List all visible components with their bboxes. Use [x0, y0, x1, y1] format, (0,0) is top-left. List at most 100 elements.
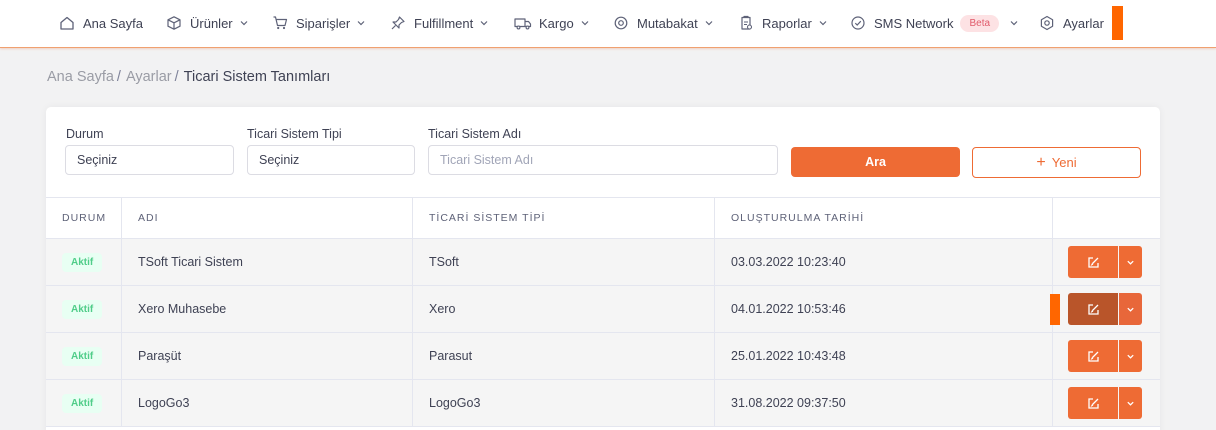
name-cell: TSoft Ticari Sistem — [122, 239, 413, 285]
chevron-down-icon — [356, 18, 366, 28]
active-row-marker — [1050, 294, 1060, 325]
date-cell: 04.01.2022 10:53:46 — [715, 286, 1053, 332]
status-badge: Aktif — [62, 299, 103, 319]
status-badge: Aktif — [62, 252, 103, 272]
chevron-down-icon — [1009, 18, 1019, 28]
actions-dropdown-button[interactable] — [1119, 246, 1142, 278]
row-actions — [1068, 340, 1142, 372]
column-header-tarih[interactable]: OLUŞTURULMA TARİHİ — [715, 198, 1053, 238]
table-row: Aktif LogoGo3 LogoGo3 31.08.2022 09:37:5… — [46, 380, 1160, 427]
chevron-down-icon — [1127, 401, 1134, 406]
table-row: Aktif TSoft Ticari Sistem TSoft 03.03.20… — [46, 239, 1160, 286]
chevron-down-icon — [580, 18, 590, 28]
search-button[interactable]: Ara — [791, 147, 960, 177]
nav-label: Kargo — [539, 15, 574, 31]
chevron-down-icon — [818, 18, 828, 28]
row-actions — [1068, 293, 1142, 325]
table-row: Aktif Paraşüt Parasut 25.01.2022 10:43:4… — [46, 333, 1160, 380]
breadcrumb: Ana Sayfa / Ayarlar / Ticari Sistem Tanımlar… — [47, 69, 330, 85]
nav-item-ayarlar[interactable]: Ayarlar — [1038, 0, 1104, 46]
nav-item-ana-sayfa[interactable]: Ana Sayfa — [58, 0, 143, 46]
edit-icon — [1087, 397, 1099, 409]
new-button[interactable]: + Yeni — [972, 147, 1141, 178]
nav-label: Ürünler — [190, 15, 233, 31]
table-header: DURUM ADI TİCARİ SİSTEM TİPİ OLUŞTURULMA… — [46, 198, 1160, 239]
column-header-actions — [1053, 198, 1160, 238]
chevron-down-icon — [1127, 307, 1134, 312]
nav-item-sms-network[interactable]: SMS Network Beta — [849, 0, 1019, 46]
report-icon — [737, 14, 755, 32]
top-navigation: Ana Sayfa Ürünler Siparişler Fulfillment… — [0, 0, 1216, 48]
status-cell: Aktif — [46, 239, 122, 285]
edit-button[interactable] — [1068, 387, 1118, 419]
pin-icon — [389, 14, 407, 32]
actions-dropdown-button[interactable] — [1119, 293, 1142, 325]
date-cell: 31.08.2022 09:37:50 — [715, 380, 1053, 426]
durum-label: Durum — [66, 127, 104, 141]
nav-label: Raporlar — [762, 15, 812, 31]
nav-label: SMS Network — [874, 15, 954, 31]
nav-item-kargo[interactable]: Kargo — [514, 0, 590, 46]
name-cell: Paraşüt — [122, 333, 413, 379]
chevron-down-icon — [1127, 354, 1134, 359]
nav-item-mutabakat[interactable]: Mutabakat — [612, 0, 714, 46]
chevron-down-icon — [479, 18, 489, 28]
chevron-down-icon — [1127, 260, 1134, 265]
type-cell: Xero — [413, 286, 715, 332]
ticari-sistem-tipi-select[interactable]: Seçiniz — [247, 145, 415, 175]
type-cell: Parasut — [413, 333, 715, 379]
actions-dropdown-button[interactable] — [1119, 340, 1142, 372]
main-card: Durum Seçiniz Ticari Sistem Tipi Seçiniz… — [46, 107, 1160, 430]
edit-button[interactable] — [1068, 246, 1118, 278]
truck-icon — [514, 14, 532, 32]
column-header-tip[interactable]: TİCARİ SİSTEM TİPİ — [413, 198, 715, 238]
nav-label: Siparişler — [296, 15, 351, 31]
edit-button[interactable] — [1068, 340, 1118, 372]
edit-icon — [1087, 350, 1099, 362]
breadcrumb-separator: / — [174, 69, 179, 85]
breadcrumb-item-ana-sayfa[interactable]: Ana Sayfa — [47, 69, 114, 85]
edit-icon — [1087, 303, 1099, 315]
check-circle-icon — [849, 14, 867, 32]
breadcrumb-separator: / — [116, 69, 121, 85]
beta-badge: Beta — [960, 14, 1000, 32]
nav-label: Fulfillment — [414, 15, 474, 31]
ticari-sistem-tipi-label: Ticari Sistem Tipi — [247, 127, 342, 141]
settings-hex-icon — [1038, 14, 1056, 32]
edit-button[interactable] — [1068, 293, 1118, 325]
status-cell: Aktif — [46, 380, 122, 426]
chevron-down-icon — [704, 18, 714, 28]
systems-table: DURUM ADI TİCARİ SİSTEM TİPİ OLUŞTURULMA… — [46, 197, 1160, 427]
actions-dropdown-button[interactable] — [1119, 387, 1142, 419]
plus-icon: + — [1036, 153, 1046, 171]
nav-label: Ana Sayfa — [83, 15, 143, 31]
nav-item-siparisler[interactable]: Siparişler — [271, 0, 366, 46]
nav-item-fulfillment[interactable]: Fulfillment — [389, 0, 489, 46]
nav-item-raporlar[interactable]: Raporlar — [737, 0, 828, 46]
nav-item-urunler[interactable]: Ürünler — [165, 0, 249, 46]
target-icon — [612, 14, 630, 32]
row-actions — [1068, 246, 1142, 278]
ticari-sistem-adi-input[interactable]: Ticari Sistem Adı — [428, 145, 778, 175]
status-badge: Aktif — [62, 393, 103, 413]
durum-select[interactable]: Seçiniz — [65, 145, 234, 175]
date-cell: 03.03.2022 10:23:40 — [715, 239, 1053, 285]
row-actions — [1068, 387, 1142, 419]
date-cell: 25.01.2022 10:43:48 — [715, 333, 1053, 379]
box-icon — [165, 14, 183, 32]
status-cell: Aktif — [46, 286, 122, 332]
nav-label: Ayarlar — [1063, 15, 1104, 31]
cart-icon — [271, 14, 289, 32]
table-row: Aktif Xero Muhasebe Xero 04.01.2022 10:5… — [46, 286, 1160, 333]
status-badge: Aktif — [62, 346, 103, 366]
type-cell: LogoGo3 — [413, 380, 715, 426]
active-marker — [1112, 6, 1123, 40]
breadcrumb-current: Ticari Sistem Tanımları — [183, 69, 331, 85]
name-cell: LogoGo3 — [122, 380, 413, 426]
column-header-adi[interactable]: ADI — [122, 198, 413, 238]
status-cell: Aktif — [46, 333, 122, 379]
edit-icon — [1087, 256, 1099, 268]
column-header-durum[interactable]: DURUM — [46, 198, 122, 238]
breadcrumb-item-ayarlar[interactable]: Ayarlar — [126, 69, 172, 85]
nav-label: Mutabakat — [637, 15, 698, 31]
